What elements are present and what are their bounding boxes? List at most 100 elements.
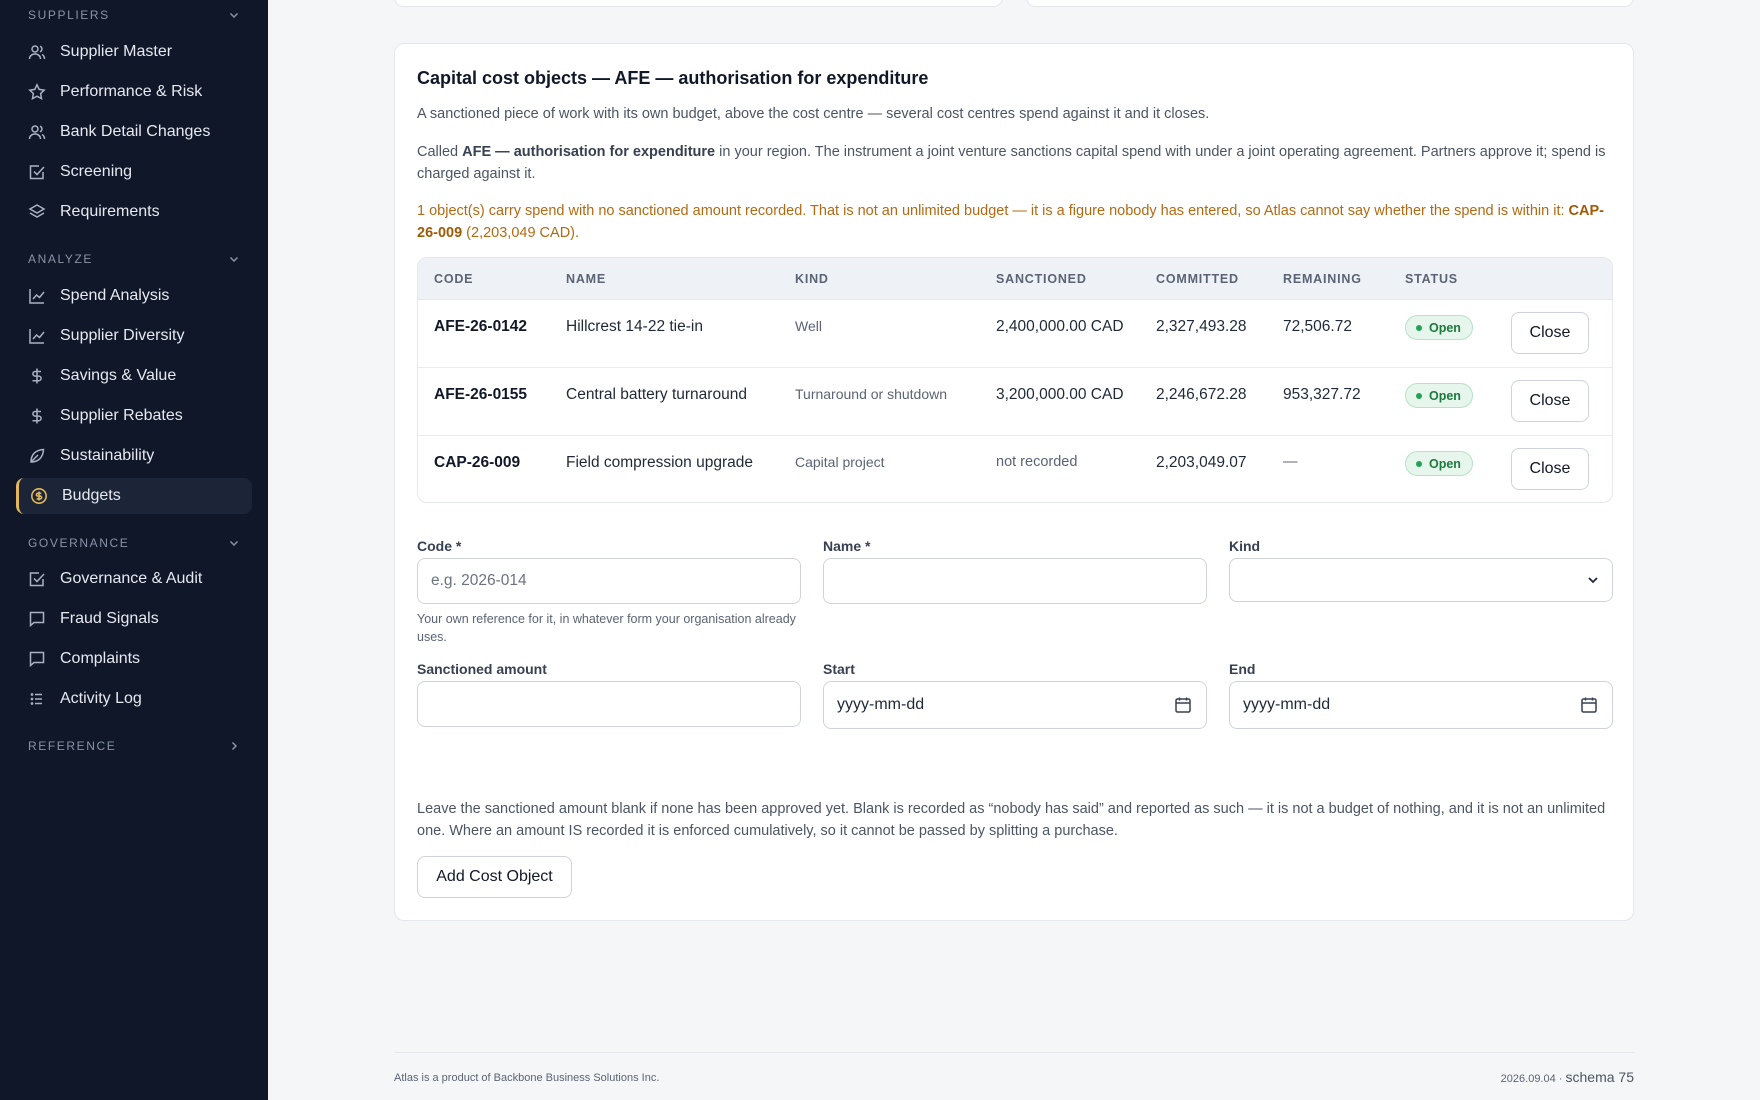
row-code: AFE-26-0155 xyxy=(434,386,528,403)
card-stub-left xyxy=(394,0,1003,7)
sidebar-item-savings-value[interactable]: Savings & Value xyxy=(16,358,252,394)
sidebar-item-activity-log[interactable]: Activity Log xyxy=(16,681,252,717)
dollar-icon xyxy=(28,367,46,385)
chevron-down-icon xyxy=(228,253,240,265)
section-header-reference[interactable]: REFERENCE xyxy=(28,736,240,756)
unsanctioned-warning: 1 object(s) carry spend with no sanction… xyxy=(417,203,1604,241)
chevron-right-icon xyxy=(228,740,240,752)
list-icon xyxy=(28,690,46,708)
row-code: CAP-26-009 xyxy=(434,454,521,471)
sidebar-item-supplier-rebates[interactable]: Supplier Rebates xyxy=(16,398,252,434)
chevron-down-icon xyxy=(228,537,240,549)
row-committed: 2,203,049.07 xyxy=(1156,454,1247,471)
close-button[interactable]: Close xyxy=(1511,312,1589,354)
section-header-suppliers[interactable]: SUPPLIERS xyxy=(28,5,240,25)
line-chart-icon xyxy=(28,327,46,345)
sidebar-item-fraud-signals[interactable]: Fraud Signals xyxy=(16,601,252,637)
status-dot-icon xyxy=(1416,392,1422,399)
footer-credit: Atlas is a product of Backbone Business … xyxy=(394,1072,660,1084)
table-row: AFE-26-0142 Hillcrest 14-22 tie-in Well … xyxy=(418,300,1612,368)
row-kind: Capital project xyxy=(795,454,885,470)
col-name: NAME xyxy=(566,272,607,286)
sidebar-item-requirements[interactable]: Requirements xyxy=(16,194,252,230)
amount-label: Sanctioned amount xyxy=(417,661,547,677)
chevron-down-icon xyxy=(1586,573,1600,587)
close-button[interactable]: Close xyxy=(1511,448,1589,490)
sidebar-item-bank-detail-changes[interactable]: Bank Detail Changes xyxy=(16,114,252,150)
close-button[interactable]: Close xyxy=(1511,380,1589,422)
leaf-icon xyxy=(28,447,46,465)
users-icon xyxy=(28,43,46,61)
sanctioned-amount-note: Leave the sanctioned amount blank if non… xyxy=(417,801,1606,839)
col-remaining: REMAINING xyxy=(1283,272,1362,286)
users-icon xyxy=(28,123,46,141)
row-kind: Well xyxy=(795,318,822,334)
cost-objects-card: Capital cost objects — AFE — authorisati… xyxy=(394,43,1634,921)
row-name: Field compression upgrade xyxy=(566,454,753,471)
row-committed: 2,246,672.28 xyxy=(1156,386,1247,403)
status-badge: Open xyxy=(1405,451,1473,476)
sidebar-item-budgets[interactable]: Budgets xyxy=(16,478,252,514)
row-sanctioned: 3,200,000.00 CAD xyxy=(996,386,1124,403)
col-status: STATUS xyxy=(1405,272,1458,286)
dollar-icon xyxy=(28,407,46,425)
sidebar-item-complaints[interactable]: Complaints xyxy=(16,641,252,677)
code-label: Code * xyxy=(417,538,462,554)
kind-select[interactable] xyxy=(1229,558,1613,602)
calendar-icon[interactable] xyxy=(1580,696,1598,714)
code-input[interactable] xyxy=(417,558,801,604)
table-row: AFE-26-0155 Central battery turnaround T… xyxy=(418,368,1612,436)
row-name: Central battery turnaround xyxy=(566,386,747,403)
chevron-down-icon xyxy=(228,9,240,21)
line-chart-icon xyxy=(28,287,46,305)
sidebar-item-governance-audit[interactable]: Governance & Audit xyxy=(16,561,252,597)
checkbox-icon xyxy=(28,570,46,588)
section-header-analyze[interactable]: ANALYZE xyxy=(28,249,240,269)
sidebar-item-sustainability[interactable]: Sustainability xyxy=(16,438,252,474)
col-sanctioned: SANCTIONED xyxy=(996,272,1087,286)
message-icon xyxy=(28,610,46,628)
footer-divider xyxy=(394,1052,1634,1053)
sidebar-item-supplier-master[interactable]: Supplier Master xyxy=(16,34,252,70)
row-kind: Turnaround or shutdown xyxy=(795,386,948,402)
coin-icon xyxy=(30,487,48,505)
sidebar-item-spend-analysis[interactable]: Spend Analysis xyxy=(16,278,252,314)
row-remaining: — xyxy=(1283,454,1298,470)
sanctioned-amount-input[interactable] xyxy=(417,681,801,727)
message-icon xyxy=(28,650,46,668)
cost-objects-table: CODE NAME KIND SANCTIONED COMMITTED REMA… xyxy=(417,257,1613,503)
start-date-input[interactable]: yyyy-mm-dd xyxy=(823,681,1207,729)
add-cost-object-button[interactable]: Add Cost Object xyxy=(417,856,572,898)
calendar-icon[interactable] xyxy=(1174,696,1192,714)
section-header-governance[interactable]: GOVERNANCE xyxy=(28,533,240,553)
intro-text: A sanctioned piece of work with its own … xyxy=(417,106,1210,122)
col-committed: COMMITTED xyxy=(1156,272,1239,286)
sidebar-item-supplier-diversity[interactable]: Supplier Diversity xyxy=(16,318,252,354)
sidebar: SUPPLIERS Supplier Master Performance & … xyxy=(0,0,268,1100)
status-dot-icon xyxy=(1416,460,1422,467)
name-input[interactable] xyxy=(823,558,1207,604)
code-hint: Your own reference for it, in whatever f… xyxy=(417,612,796,644)
name-label: Name * xyxy=(823,538,871,554)
end-date-input[interactable]: yyyy-mm-dd xyxy=(1229,681,1613,729)
status-dot-icon xyxy=(1416,324,1422,331)
status-badge: Open xyxy=(1405,315,1473,340)
status-badge: Open xyxy=(1405,383,1473,408)
region-term-text: Called AFE — authorisation for expenditu… xyxy=(417,144,1606,182)
start-label: Start xyxy=(823,661,855,677)
end-label: End xyxy=(1229,661,1256,677)
layers-icon xyxy=(28,203,46,221)
row-sanctioned: 2,400,000.00 CAD xyxy=(996,318,1124,335)
row-remaining: 72,506.72 xyxy=(1283,318,1352,335)
card-stub-right xyxy=(1026,0,1634,7)
sidebar-item-performance-risk[interactable]: Performance & Risk xyxy=(16,74,252,110)
col-kind: KIND xyxy=(795,272,829,286)
footer-version: 2026.09.04 · schema 75 xyxy=(1500,1069,1634,1085)
kind-label: Kind xyxy=(1229,538,1261,554)
row-committed: 2,327,493.28 xyxy=(1156,318,1247,335)
sidebar-item-screening[interactable]: Screening xyxy=(16,154,252,190)
row-name: Hillcrest 14-22 tie-in xyxy=(566,318,703,335)
card-title: Capital cost objects — AFE — authorisati… xyxy=(417,68,929,88)
table-row: CAP-26-009 Field compression upgrade Cap… xyxy=(418,436,1612,502)
checkbox-icon xyxy=(28,163,46,181)
